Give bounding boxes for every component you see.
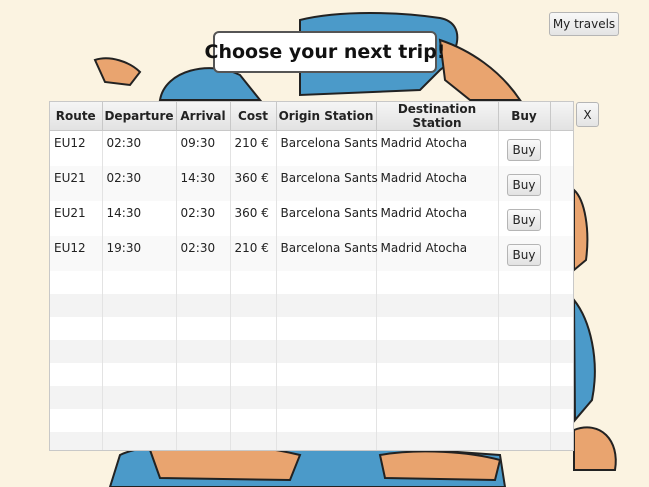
cost-cell: 360 € [230,201,277,236]
route-cell: EU12 [50,130,103,166]
table-header-row: Route Departure Arrival Cost Origin Stat… [50,102,573,131]
column-header-departure[interactable]: Departure [102,102,177,131]
origin-cell: Barcelona Sants [276,130,378,166]
column-header-buy[interactable]: Buy [498,102,551,131]
arrival-cell: 14:30 [176,166,231,201]
departure-cell: 02:30 [102,130,177,166]
column-header-origin-station[interactable]: Origin Station [276,102,377,131]
page-title: Choose your next trip! [205,31,445,73]
filler-cell [550,236,573,271]
buy-cell: Buy [498,236,551,271]
filler-cell [550,201,573,236]
buy-cell: Buy [498,166,551,201]
departure-cell: 19:30 [102,236,177,271]
buy-cell: Buy [498,130,551,166]
table-row[interactable]: EU21 14:30 02:30 360 € Barcelona Sants M… [50,201,573,236]
table-row[interactable]: EU12 02:30 09:30 210 € Barcelona Sants M… [50,130,573,166]
my-travels-button[interactable]: My travels [549,12,619,36]
column-header-destination-station[interactable]: Destination Station [376,102,499,131]
empty-table-row [50,409,573,432]
empty-table-row [50,271,573,294]
arrival-cell: 09:30 [176,130,231,166]
empty-table-row [50,317,573,340]
departure-cell: 02:30 [102,166,177,201]
column-header-cost[interactable]: Cost [230,102,277,131]
empty-table-row [50,386,573,409]
empty-rows [50,271,573,450]
buy-button[interactable]: Buy [507,138,541,161]
empty-table-row [50,363,573,386]
route-cell: EU21 [50,166,103,201]
destination-cell: Madrid Atocha [376,166,499,201]
origin-cell: Barcelona Sants [276,236,378,271]
buy-button[interactable]: Buy [507,208,541,231]
destination-cell: Madrid Atocha [376,236,499,271]
table-row[interactable]: EU12 19:30 02:30 210 € Barcelona Sants M… [50,236,573,271]
column-header-filler [550,102,573,131]
origin-cell: Barcelona Sants [276,201,378,236]
cost-cell: 210 € [230,130,277,166]
column-header-route[interactable]: Route [50,102,103,131]
trips-table: Route Departure Arrival Cost Origin Stat… [49,101,574,451]
empty-table-row [50,432,573,450]
arrival-cell: 02:30 [176,236,231,271]
filler-cell [550,166,573,201]
destination-cell: Madrid Atocha [376,201,499,236]
filler-cell [550,130,573,166]
destination-cell: Madrid Atocha [376,130,499,166]
empty-table-row [50,294,573,317]
empty-table-row [50,340,573,363]
cost-cell: 360 € [230,166,277,201]
route-cell: EU12 [50,236,103,271]
arrival-cell: 02:30 [176,201,231,236]
route-cell: EU21 [50,201,103,236]
column-header-arrival[interactable]: Arrival [176,102,231,131]
buy-cell: Buy [498,201,551,236]
origin-cell: Barcelona Sants [276,166,378,201]
table-row[interactable]: EU21 02:30 14:30 360 € Barcelona Sants M… [50,166,573,201]
departure-cell: 14:30 [102,201,177,236]
close-button[interactable]: X [576,102,599,127]
buy-button[interactable]: Buy [507,243,541,266]
cost-cell: 210 € [230,236,277,271]
buy-button[interactable]: Buy [507,173,541,196]
